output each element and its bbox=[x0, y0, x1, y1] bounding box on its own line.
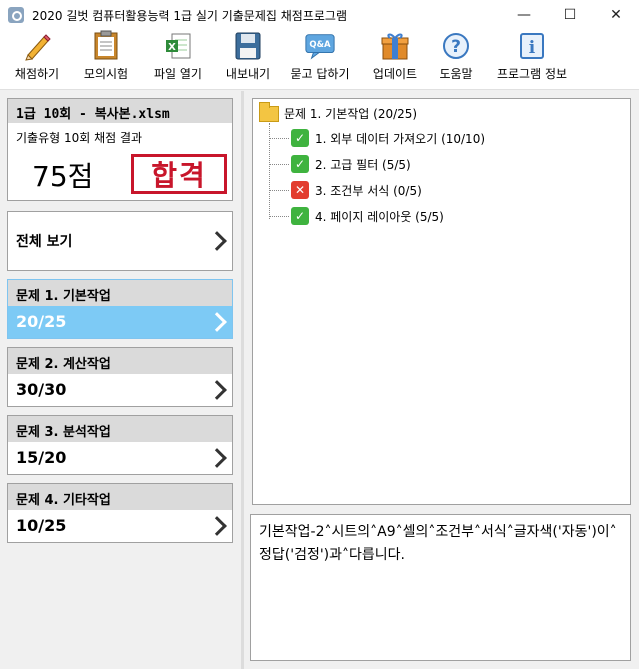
app-icon bbox=[8, 7, 24, 23]
tree-item-label: 2. 고급 필터 (5/5) bbox=[315, 157, 411, 172]
problem-title: 문제 4. 기타작업 bbox=[8, 484, 232, 510]
help-button[interactable]: ? 도움말 bbox=[428, 30, 484, 86]
clipboard-icon bbox=[90, 29, 122, 61]
problem-score: 20/25 bbox=[8, 306, 232, 338]
chevron-right-icon bbox=[207, 312, 227, 332]
tree-item[interactable]: ✓ 4. 페이지 레이아웃 (5/5) bbox=[269, 207, 444, 225]
program-info-button[interactable]: i 프로그램 정보 bbox=[484, 30, 580, 86]
tree-root-node[interactable]: 문제 1. 기본작업 (20/25) bbox=[259, 101, 418, 122]
result-summary-card: 1급 10회 - 복사본.xlsm 기출유형 10회 채점 결과 75점 합격 bbox=[7, 98, 233, 201]
left-panel: 1급 10회 - 복사본.xlsm 기출유형 10회 채점 결과 75점 합격 … bbox=[0, 91, 241, 669]
mock-exam-button[interactable]: 모의시험 bbox=[74, 30, 138, 86]
error-x-icon: ✕ bbox=[291, 181, 309, 199]
checkmark-icon: ✓ bbox=[291, 129, 309, 147]
tree-item[interactable]: ✕ 3. 조건부 서식 (0/5) bbox=[269, 181, 422, 199]
svg-text:i: i bbox=[529, 38, 536, 58]
svg-text:?: ? bbox=[451, 37, 461, 57]
title-bar: 2020 길벗 컴퓨터활용능력 1급 실기 기출문제집 채점프로그램 — ☐ ✕ bbox=[0, 0, 639, 30]
pass-stamp: 합격 bbox=[131, 154, 227, 194]
chevron-right-icon bbox=[207, 448, 227, 468]
excel-file-icon: X bbox=[162, 30, 194, 61]
tree-item[interactable]: ✓ 2. 고급 필터 (5/5) bbox=[269, 155, 411, 173]
floppy-disk-icon bbox=[232, 30, 264, 61]
export-button[interactable]: 내보내기 bbox=[218, 30, 278, 86]
open-file-button[interactable]: X 파일 열기 bbox=[138, 30, 218, 86]
problem-card-3[interactable]: 문제 3. 분석작업 15/20 bbox=[7, 415, 233, 475]
info-icon: i bbox=[516, 30, 548, 61]
result-tree: 문제 1. 기본작업 (20/25) ✓ 1. 외부 데이터 가져오기 (10/… bbox=[252, 98, 631, 505]
total-score: 75점 bbox=[32, 160, 94, 193]
toolbar: 채점하기 모의시험 X 파일 열기 내보내기 Q&A 묻고 답하기 업데이트 ? bbox=[0, 30, 639, 90]
tree-item-label: 3. 조건부 서식 (0/5) bbox=[315, 183, 422, 198]
grade-button[interactable]: 채점하기 bbox=[0, 30, 74, 86]
tree-item-label: 1. 외부 데이터 가져오기 (10/10) bbox=[315, 131, 486, 146]
exam-type-label: 기출유형 10회 채점 결과 bbox=[16, 131, 143, 145]
result-message: 기본작업-2˄시트의˄A9˄셀의˄조건부˄서식˄글자색('자동')이˄정답('검… bbox=[250, 514, 631, 661]
pencil-icon bbox=[21, 30, 53, 61]
problem-score: 15/20 bbox=[8, 442, 232, 474]
checkmark-icon: ✓ bbox=[291, 155, 309, 173]
chevron-right-icon bbox=[207, 516, 227, 536]
problem-card-2[interactable]: 문제 2. 계산작업 30/30 bbox=[7, 347, 233, 407]
minimize-button[interactable]: — bbox=[501, 0, 547, 30]
problem-score: 30/30 bbox=[8, 374, 232, 406]
qa-button[interactable]: Q&A 묻고 답하기 bbox=[278, 30, 362, 86]
window-controls: — ☐ ✕ bbox=[501, 0, 639, 30]
qa-bubble-icon: Q&A bbox=[304, 30, 336, 61]
maximize-button[interactable]: ☐ bbox=[547, 0, 593, 30]
close-button[interactable]: ✕ bbox=[593, 0, 639, 30]
update-button[interactable]: 업데이트 bbox=[362, 30, 428, 86]
overall-view-label: 전체 보기 bbox=[16, 234, 73, 250]
problem-card-4[interactable]: 문제 4. 기타작업 10/25 bbox=[7, 483, 233, 543]
problem-title: 문제 3. 분석작업 bbox=[8, 416, 232, 442]
tree-item-label: 4. 페이지 레이아웃 (5/5) bbox=[315, 209, 444, 224]
problem-card-1[interactable]: 문제 1. 기본작업 20/25 bbox=[7, 279, 233, 339]
help-circle-icon: ? bbox=[440, 30, 472, 61]
gift-box-icon bbox=[379, 30, 411, 61]
checkmark-icon: ✓ bbox=[291, 207, 309, 225]
problem-title: 문제 1. 기본작업 bbox=[8, 280, 232, 306]
panel-splitter[interactable] bbox=[241, 91, 244, 669]
tree-item[interactable]: ✓ 1. 외부 데이터 가져오기 (10/10) bbox=[269, 129, 485, 147]
overall-view-button[interactable]: 전체 보기 bbox=[7, 211, 233, 271]
problem-title: 문제 2. 계산작업 bbox=[8, 348, 232, 374]
chevron-right-icon bbox=[207, 380, 227, 400]
window-title: 2020 길벗 컴퓨터활용능력 1급 실기 기출문제집 채점프로그램 bbox=[32, 8, 347, 23]
svg-text:X: X bbox=[168, 42, 176, 53]
problem-score: 10/25 bbox=[8, 510, 232, 542]
folder-icon bbox=[259, 101, 279, 122]
file-name: 1급 10회 - 복사본.xlsm bbox=[8, 99, 232, 123]
svg-text:Q&A: Q&A bbox=[309, 38, 331, 48]
chevron-right-icon bbox=[207, 231, 227, 251]
tree-root-label: 문제 1. 기본작업 (20/25) bbox=[284, 107, 418, 121]
